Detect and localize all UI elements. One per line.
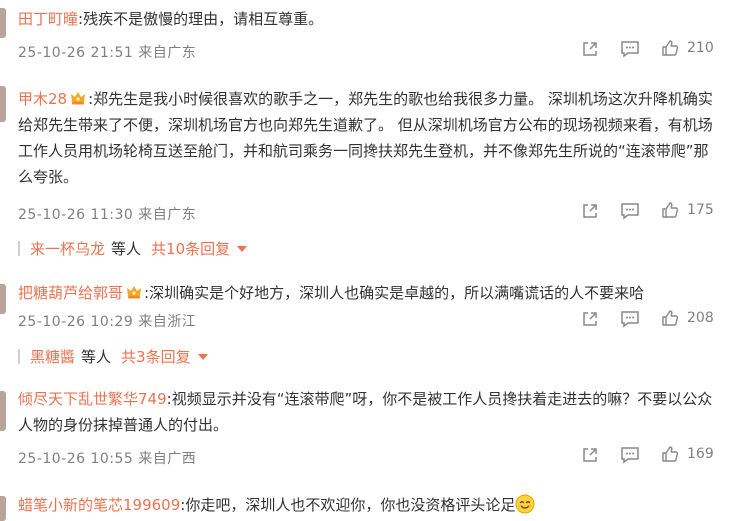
comment-username[interactable]: 蜡笔小新的笔芯199609 xyxy=(18,496,180,514)
avatar[interactable] xyxy=(0,284,6,314)
thumbs-up-icon xyxy=(662,446,679,462)
comment-body: :残疾不是傲慢的理由，请相互尊重。 xyxy=(78,10,324,28)
share-button[interactable] xyxy=(581,202,599,220)
replies-count: 共10条回复 xyxy=(151,240,231,258)
comment-item: 田丁町曈:残疾不是傲慢的理由，请相互尊重。 25-10-26 21:51 来自广… xyxy=(0,0,737,70)
replies-middle-text: 等人 xyxy=(111,240,142,258)
comment-item: 倾尽天下乱世繁华749:视频显示并没有“连滚带爬”呀，你不是被工作人员搀扶着走进… xyxy=(0,385,737,475)
avatar[interactable] xyxy=(0,496,6,521)
comment-button[interactable] xyxy=(620,310,640,328)
comment-icon xyxy=(621,447,639,464)
view-replies-button[interactable]: 共3条回复 xyxy=(121,346,208,367)
share-icon xyxy=(583,448,597,462)
like-count: 208 xyxy=(687,310,714,326)
comment-text: 甲木28:郑先生是我小时候很喜欢的歌手之一，郑先生的歌也给我很多力量。 深圳机场… xyxy=(18,86,718,190)
share-icon xyxy=(583,204,597,218)
comment-username[interactable]: 倾尽天下乱世繁华749 xyxy=(18,390,167,408)
comment-body: :郑先生是我小时候很喜欢的歌手之一，郑先生的歌也给我很多力量。 深圳机场这次升降… xyxy=(18,90,713,186)
comment-text: 把糖葫芦给郭哥 :深圳确实是个好地方，深圳人也确实是卓越的，所以满嘴谎话的人不要来… xyxy=(18,280,718,306)
like-count: 210 xyxy=(687,40,714,56)
comment-icon xyxy=(621,311,639,328)
like-count: 169 xyxy=(687,446,714,462)
replies-middle-text: 等人 xyxy=(81,348,112,366)
comment-button[interactable] xyxy=(620,446,640,464)
thumbs-up-icon xyxy=(662,202,679,218)
like-button[interactable]: 175 xyxy=(661,201,714,219)
comment-button[interactable] xyxy=(620,40,640,58)
comment-username[interactable]: 甲木28 xyxy=(18,90,67,108)
comment-timestamp: 25-10-26 10:55 来自广西 xyxy=(18,451,197,467)
replies-summary: 黑糖醬 等人 共3条回复 xyxy=(18,346,208,367)
chevron-down-icon xyxy=(197,354,208,360)
reply-username[interactable]: 黑糖醬 xyxy=(30,346,75,367)
chevron-down-icon xyxy=(237,246,248,252)
avatar[interactable] xyxy=(0,8,6,38)
reply-username[interactable]: 来一杯乌龙 xyxy=(30,238,105,259)
replies-divider xyxy=(18,349,20,364)
comment-username[interactable]: 田丁町曈 xyxy=(18,10,78,28)
view-replies-button[interactable]: 共10条回复 xyxy=(151,238,248,259)
share-button[interactable] xyxy=(581,310,599,328)
comment-icon xyxy=(621,41,639,58)
comment-body: :你走吧，深圳人也不欢迎你，你也没资格评头论足 xyxy=(180,496,516,514)
comment-item: 甲木28:郑先生是我小时候很喜欢的歌手之一，郑先生的歌也给我很多力量。 深圳机场… xyxy=(0,82,737,262)
comment-item: 把糖葫芦给郭哥 :深圳确实是个好地方，深圳人也确实是卓越的，所以满嘴谎话的人不要来… xyxy=(0,278,737,368)
comment-text: 田丁町曈:残疾不是傲慢的理由，请相互尊重。 xyxy=(18,6,718,32)
smile-emoji-icon xyxy=(515,494,535,514)
avatar[interactable] xyxy=(0,86,6,122)
like-button[interactable]: 169 xyxy=(661,445,714,463)
comment-body: :深圳确实是个好地方，深圳人也确实是卓越的，所以满嘴谎话的人不要来哈 xyxy=(144,284,645,302)
share-icon xyxy=(583,42,597,56)
thumbs-up-icon xyxy=(662,310,679,326)
share-icon xyxy=(583,312,597,326)
replies-summary: 来一杯乌龙 等人 共10条回复 xyxy=(18,238,248,259)
like-count: 175 xyxy=(687,202,714,218)
comment-timestamp: 25-10-26 21:51 来自广东 xyxy=(18,45,197,61)
comment-timestamp: 25-10-26 10:29 来自浙江 xyxy=(18,314,197,330)
thumbs-up-icon xyxy=(662,40,679,56)
avatar[interactable] xyxy=(0,391,6,431)
replies-divider xyxy=(18,241,20,256)
crown-badge-icon xyxy=(71,92,86,105)
share-button[interactable] xyxy=(581,446,599,464)
comment-button[interactable] xyxy=(620,202,640,220)
crown-badge-icon xyxy=(127,286,142,299)
like-button[interactable]: 210 xyxy=(661,39,714,57)
share-button[interactable] xyxy=(581,40,599,58)
like-button[interactable]: 208 xyxy=(661,309,714,327)
comment-text: 蜡笔小新的笔芯199609:你走吧，深圳人也不欢迎你，你也没资格评头论足 xyxy=(18,492,718,518)
comment-icon xyxy=(621,203,639,220)
comment-username[interactable]: 把糖葫芦给郭哥 xyxy=(18,284,123,302)
comment-item: 蜡笔小新的笔芯199609:你走吧，深圳人也不欢迎你，你也没资格评头论足 xyxy=(0,490,737,521)
replies-count: 共3条回复 xyxy=(121,348,191,366)
comment-text: 倾尽天下乱世繁华749:视频显示并没有“连滚带爬”呀，你不是被工作人员搀扶着走进… xyxy=(18,386,718,438)
comment-timestamp: 25-10-26 11:30 来自广东 xyxy=(18,207,197,223)
